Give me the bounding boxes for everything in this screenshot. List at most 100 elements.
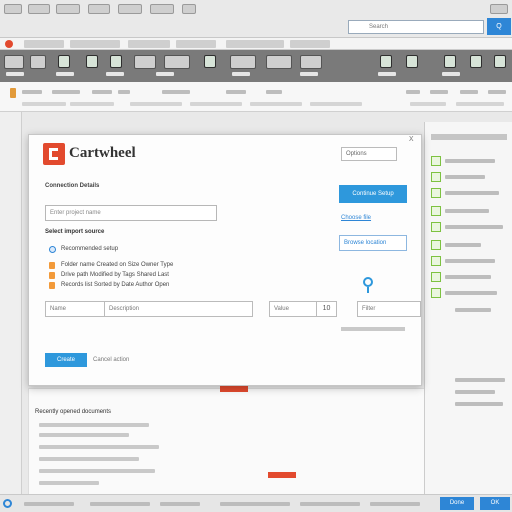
right-panel-row[interactable]: [431, 172, 511, 184]
dialog-title: Cartwheel: [69, 145, 136, 161]
filter-input[interactable]: Filter: [357, 301, 421, 317]
close-icon[interactable]: x: [409, 133, 414, 143]
list-item-text: Records list Sorted by Date Author Open: [61, 282, 170, 288]
right-panel-row[interactable]: [431, 188, 511, 200]
logo-icon: [43, 143, 65, 165]
search-input[interactable]: Search: [348, 20, 484, 34]
list-item[interactable]: Records list Sorted by Date Author Open: [45, 281, 245, 291]
tab-4[interactable]: [176, 40, 216, 48]
toolbar-icon-9[interactable]: [494, 55, 506, 68]
row-text: [445, 243, 481, 247]
radio-icon[interactable]: [49, 246, 56, 253]
toolbar-button-1[interactable]: [4, 55, 24, 69]
app-logo-icon: [3, 499, 12, 508]
project-name-input[interactable]: Enter project name: [45, 205, 217, 221]
radio-label: Recommended setup: [61, 246, 119, 252]
row-text: [445, 225, 503, 229]
ribbon-sub-item[interactable]: [190, 102, 242, 106]
right-panel-row[interactable]: [431, 272, 511, 284]
menu-bar: Search Q: [0, 0, 512, 38]
list-item[interactable]: Folder name Created on Size Owner Type: [45, 261, 245, 271]
tab-3[interactable]: [128, 40, 170, 48]
ribbon-item[interactable]: [488, 90, 506, 94]
file-icon: [49, 272, 55, 279]
ribbon-item[interactable]: [92, 90, 112, 94]
done-button[interactable]: Done: [440, 497, 474, 510]
right-panel-row[interactable]: [431, 156, 511, 168]
name-input[interactable]: Name: [45, 301, 105, 317]
toolbar-icon-1[interactable]: [58, 55, 70, 68]
toolbar-label: [300, 72, 318, 76]
ribbon-sub-item[interactable]: [250, 102, 302, 106]
right-panel-row[interactable]: [431, 256, 511, 268]
menu-item-8[interactable]: [490, 4, 508, 14]
browse-location-field[interactable]: Browse location: [339, 235, 407, 251]
background-document: Recently opened documents: [28, 388, 428, 500]
doc-line: [39, 445, 159, 449]
value-input[interactable]: Value: [269, 301, 317, 317]
tab-1[interactable]: [24, 40, 64, 48]
toolbar-icon-4[interactable]: [204, 55, 216, 68]
cancel-link[interactable]: Cancel action: [93, 357, 129, 363]
toolbar-button-7[interactable]: [300, 55, 322, 69]
search-button[interactable]: Q: [487, 18, 511, 35]
ribbon-sub-item[interactable]: [410, 102, 446, 106]
toolbar-icon-7[interactable]: [444, 55, 456, 68]
menu-item-6[interactable]: [150, 4, 174, 14]
description-input[interactable]: Description: [105, 301, 253, 317]
right-panel-row[interactable]: [431, 288, 511, 300]
menu-item-5[interactable]: [118, 4, 142, 14]
toolbar-icon-2[interactable]: [86, 55, 98, 68]
toolbar-button-3[interactable]: [134, 55, 156, 69]
menu-item-7[interactable]: [182, 4, 196, 14]
toolbar-icon-8[interactable]: [470, 55, 482, 68]
tab-6[interactable]: [290, 40, 330, 48]
ribbon-item[interactable]: [118, 90, 130, 94]
ok-button[interactable]: OK: [480, 497, 510, 510]
tab-5[interactable]: [226, 40, 284, 48]
ribbon-sub-item[interactable]: [130, 102, 182, 106]
menu-item-4[interactable]: [88, 4, 110, 14]
ribbon-item[interactable]: [22, 90, 42, 94]
right-panel-row[interactable]: [431, 206, 511, 218]
ribbon-sub-item[interactable]: [456, 102, 504, 106]
left-strip: [0, 112, 22, 502]
status-text: [24, 502, 74, 506]
ribbon-item[interactable]: [266, 90, 282, 94]
menu-item-2[interactable]: [28, 4, 50, 14]
choose-file-link[interactable]: Choose file: [341, 215, 371, 221]
menu-item-3[interactable]: [56, 4, 80, 14]
ribbon-sub-item[interactable]: [70, 102, 114, 106]
toolbar-icon-3[interactable]: [110, 55, 122, 68]
ribbon-sub-item[interactable]: [22, 102, 66, 106]
row-text: [445, 209, 489, 213]
create-button[interactable]: Create: [45, 353, 87, 367]
ribbon-sub-item[interactable]: [310, 102, 362, 106]
toolbar-button-6[interactable]: [266, 55, 292, 69]
ribbon-item[interactable]: [52, 90, 80, 94]
toolbar-icon-5[interactable]: [380, 55, 392, 68]
doc-line: [39, 457, 139, 461]
ribbon-item[interactable]: [162, 90, 190, 94]
tab-2[interactable]: [70, 40, 120, 48]
right-panel-row[interactable]: [431, 222, 511, 234]
ribbon-item[interactable]: [406, 90, 420, 94]
toolbar-icon-6[interactable]: [406, 55, 418, 68]
ribbon-item[interactable]: [226, 90, 246, 94]
ribbon-item[interactable]: [430, 90, 448, 94]
toolbar-button-5[interactable]: [230, 55, 256, 69]
value-stepper[interactable]: 10: [317, 301, 337, 317]
menu-item-1[interactable]: [4, 4, 22, 14]
continue-button[interactable]: Continue Setup: [339, 185, 407, 203]
status-text: [370, 502, 420, 506]
right-panel-header: [431, 134, 507, 140]
toolbar-label: [106, 72, 124, 76]
section-label: Connection Details: [45, 183, 100, 189]
list-item[interactable]: Drive path Modified by Tags Shared Last: [45, 271, 245, 281]
ribbon-item[interactable]: [460, 90, 478, 94]
options-dropdown[interactable]: Options: [341, 147, 397, 161]
check-icon: [431, 156, 441, 166]
toolbar-button-2[interactable]: [30, 55, 46, 69]
toolbar-button-4[interactable]: [164, 55, 190, 69]
right-panel-row[interactable]: [431, 240, 511, 252]
